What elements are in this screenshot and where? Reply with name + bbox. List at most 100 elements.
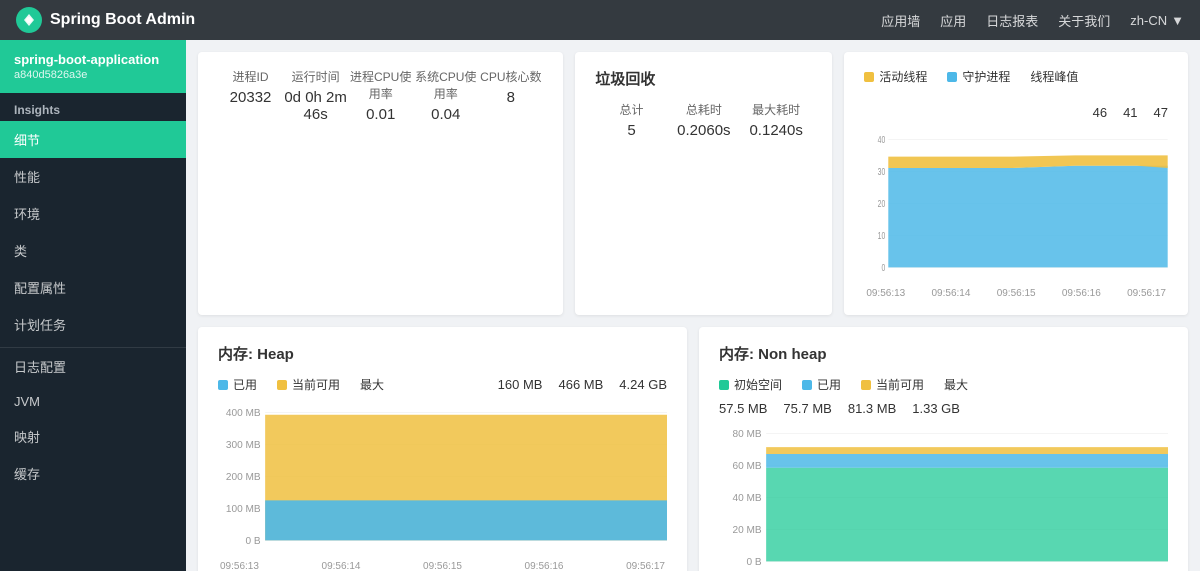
sidebar-item-jvm[interactable]: JVM bbox=[0, 385, 186, 418]
gc-stats: 总计 5 总耗时 0.2060s 最大耗时 0.1240s bbox=[595, 101, 812, 139]
sidebar-item-performance[interactable]: 性能 bbox=[0, 158, 186, 195]
gctotal-label: 总计 bbox=[595, 101, 667, 118]
app-info: spring-boot-application a840d5826a3e bbox=[0, 40, 186, 93]
svg-text:0 B: 0 B bbox=[245, 536, 260, 547]
nonheap-max-value: 1.33 GB bbox=[912, 401, 960, 416]
scpu-value: 0.04 bbox=[413, 106, 478, 123]
sidebar-item-logconfig[interactable]: 日志配置 bbox=[0, 348, 186, 385]
chevron-down-icon: ▼ bbox=[1171, 13, 1184, 28]
svg-text:20 MB: 20 MB bbox=[732, 525, 761, 536]
threads-chart: 0 10 20 30 40 bbox=[864, 128, 1168, 288]
nonheap-legend: 初始空间 已用 当前可用 最大 bbox=[719, 376, 1168, 393]
svg-text:40 MB: 40 MB bbox=[732, 493, 761, 504]
nonheap-max-label: 最大 bbox=[944, 376, 968, 393]
sidebar-item-mapping[interactable]: 映射 bbox=[0, 418, 186, 455]
nonheap-init-dot bbox=[719, 380, 729, 390]
process-uptime: 运行时间 0d 0h 2m 46s bbox=[283, 68, 348, 123]
nav-link-app[interactable]: 应用 bbox=[940, 11, 966, 30]
system-cpu: 系统CPU使用率 0.04 bbox=[413, 68, 478, 123]
heap-x0: 09:56:13 bbox=[220, 561, 259, 571]
nonheap-values-row: 57.5 MB 75.7 MB 81.3 MB 1.33 GB bbox=[719, 401, 1168, 416]
top-nav: Spring Boot Admin 应用墙 应用 日志报表 关于我们 zh-CN… bbox=[0, 0, 1200, 40]
cpu-cores: CPU核心数 8 bbox=[478, 68, 543, 123]
heap-max-label: 最大 bbox=[360, 376, 384, 393]
heap-used-legend: 已用 bbox=[218, 376, 257, 393]
svg-text:30: 30 bbox=[878, 165, 886, 177]
heap-x-labels: 09:56:13 09:56:14 09:56:15 09:56:16 09:5… bbox=[218, 561, 667, 571]
threads-x0: 09:56:13 bbox=[866, 288, 905, 299]
pid-label: 进程ID bbox=[218, 68, 283, 85]
gctotal-value: 5 bbox=[595, 122, 667, 139]
svg-text:0 B: 0 B bbox=[746, 557, 761, 568]
svg-text:0: 0 bbox=[882, 261, 886, 273]
gcmax-label: 最大耗时 bbox=[740, 101, 812, 118]
threads-x2: 09:56:15 bbox=[997, 288, 1036, 299]
svg-text:80 MB: 80 MB bbox=[732, 429, 761, 440]
gc-time: 总耗时 0.2060s bbox=[668, 101, 740, 139]
sidebar-item-details[interactable]: 细节 bbox=[0, 121, 186, 158]
heap-chart: 0 B 100 MB 200 MB 300 MB 400 MB bbox=[218, 401, 667, 561]
process-pid: 进程ID 20332 bbox=[218, 68, 283, 123]
daemon-threads-label: 守护进程 bbox=[962, 68, 1010, 85]
heap-avail-legend: 当前可用 bbox=[277, 376, 340, 393]
uptime-value: 0d 0h 2m 46s bbox=[283, 89, 348, 123]
heap-used-value: 160 MB bbox=[498, 377, 543, 392]
nonheap-init-label: 初始空间 bbox=[734, 376, 782, 393]
nav-link-wall[interactable]: 应用墙 bbox=[881, 11, 920, 30]
nonheap-chart-area: 0 B 20 MB 40 MB 60 MB 80 MB 09:56:13 bbox=[719, 422, 1168, 571]
gc-title: 垃圾回收 bbox=[595, 68, 812, 89]
nav-link-about[interactable]: 关于我们 bbox=[1058, 11, 1110, 30]
active-threads-dot bbox=[864, 72, 874, 82]
lang-selector[interactable]: zh-CN ▼ bbox=[1130, 13, 1184, 28]
heap-avail-value: 466 MB bbox=[558, 377, 603, 392]
nonheap-avail-dot bbox=[861, 380, 871, 390]
heap-x4: 09:56:17 bbox=[626, 561, 665, 571]
threads-x-labels: 09:56:13 09:56:14 09:56:15 09:56:16 09:5… bbox=[864, 288, 1168, 299]
heap-max-value: 4.24 GB bbox=[619, 377, 667, 392]
heap-chart-area: 0 B 100 MB 200 MB 300 MB 400 MB 09:56:13… bbox=[218, 401, 667, 571]
threads-card: 活动线程 守护进程 线程峰值 46 41 47 bbox=[844, 52, 1188, 315]
heap-avail-label: 当前可用 bbox=[292, 376, 340, 393]
heap-legend: 已用 当前可用 最大 160 MB 466 MB 4.24 GB bbox=[218, 376, 667, 393]
cores-value: 8 bbox=[478, 89, 543, 106]
layout: spring-boot-application a840d5826a3e Ins… bbox=[0, 40, 1200, 571]
heap-used-label: 已用 bbox=[233, 376, 257, 393]
legend-daemon-threads: 守护进程 bbox=[947, 68, 1010, 85]
sidebar: spring-boot-application a840d5826a3e Ins… bbox=[0, 40, 186, 571]
nav-link-log[interactable]: 日志报表 bbox=[986, 11, 1038, 30]
lang-label: zh-CN bbox=[1130, 13, 1167, 28]
nav-links: 应用墙 应用 日志报表 关于我们 zh-CN ▼ bbox=[881, 11, 1184, 30]
pcpu-value: 0.01 bbox=[348, 106, 413, 123]
heap-x1: 09:56:14 bbox=[322, 561, 361, 571]
heap-max-legend: 最大 bbox=[360, 376, 384, 393]
nonheap-max-legend: 最大 bbox=[944, 376, 968, 393]
uptime-label: 运行时间 bbox=[283, 68, 348, 85]
svg-text:20: 20 bbox=[878, 197, 886, 209]
nonheap-init-value: 57.5 MB bbox=[719, 401, 767, 416]
threads-chart-wrapper: 0 10 20 30 40 09:56:13 09:56:14 09:56:15 bbox=[864, 128, 1168, 299]
gcmax-value: 0.1240s bbox=[740, 122, 812, 139]
sidebar-item-cache[interactable]: 缓存 bbox=[0, 455, 186, 492]
nonheap-used-dot bbox=[802, 380, 812, 390]
active-threads-label: 活动线程 bbox=[879, 68, 927, 85]
gc-maxtime: 最大耗时 0.1240s bbox=[740, 101, 812, 139]
threads-legend: 活动线程 守护进程 线程峰值 46 41 47 bbox=[864, 68, 1168, 120]
nonheap-init-legend: 初始空间 bbox=[719, 376, 782, 393]
heap-title: 内存: Heap bbox=[218, 343, 667, 364]
heap-avail-dot bbox=[277, 380, 287, 390]
sidebar-item-class[interactable]: 类 bbox=[0, 232, 186, 269]
sidebar-item-env[interactable]: 环境 bbox=[0, 195, 186, 232]
nonheap-used-value: 75.7 MB bbox=[783, 401, 831, 416]
heap-used-dot bbox=[218, 380, 228, 390]
gctime-label: 总耗时 bbox=[668, 101, 740, 118]
threads-x1: 09:56:14 bbox=[932, 288, 971, 299]
sidebar-item-config[interactable]: 配置属性 bbox=[0, 269, 186, 306]
svg-text:200 MB: 200 MB bbox=[226, 472, 261, 483]
nonheap-chart: 0 B 20 MB 40 MB 60 MB 80 MB bbox=[719, 422, 1168, 571]
process-stats: 进程ID 20332 运行时间 0d 0h 2m 46s 进程CPU使用率 0.… bbox=[218, 68, 543, 123]
nonheap-title: 内存: Non heap bbox=[719, 343, 1168, 364]
svg-text:300 MB: 300 MB bbox=[226, 440, 261, 451]
sidebar-item-tasks[interactable]: 计划任务 bbox=[0, 306, 186, 343]
peak-threads-label: 线程峰值 bbox=[1030, 68, 1078, 85]
memory-row: 内存: Heap 已用 当前可用 最大 160 MB 4 bbox=[198, 327, 1188, 571]
